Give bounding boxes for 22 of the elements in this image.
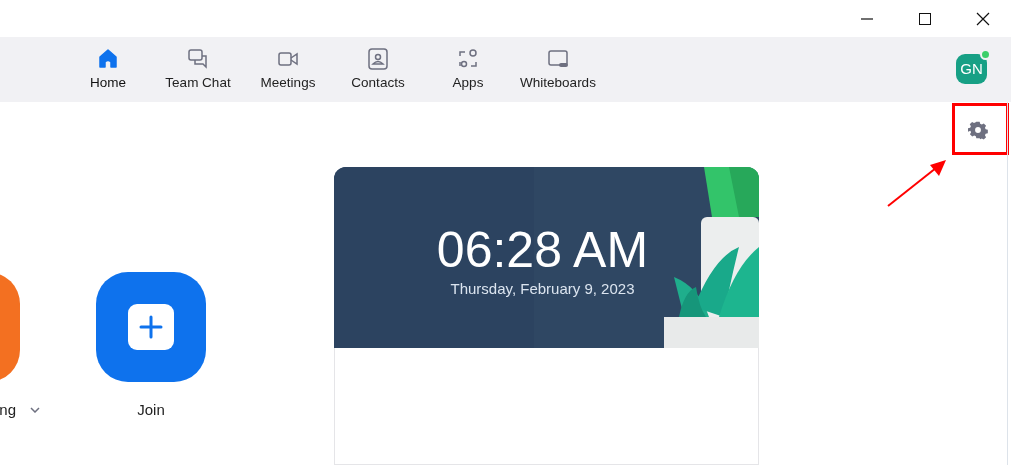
plus-icon xyxy=(128,304,174,350)
action-button[interactable] xyxy=(96,272,206,382)
action-label: Join xyxy=(137,400,165,420)
chat-icon xyxy=(186,47,210,71)
nav-tab[interactable]: Apps xyxy=(423,47,513,92)
highlight-box xyxy=(952,103,1009,155)
settings-icon xyxy=(968,120,988,140)
nav-tab[interactable]: Team Chat xyxy=(153,47,243,92)
home-icon xyxy=(96,47,120,71)
maximize-icon xyxy=(917,11,933,26)
nav-tab[interactable]: Home xyxy=(63,47,153,92)
nav-tab[interactable]: Whiteboards xyxy=(513,47,603,92)
close-icon xyxy=(975,11,991,26)
contact-card-icon xyxy=(366,47,390,71)
nav-tab[interactable]: Meetings xyxy=(243,47,333,92)
arrow xyxy=(886,158,948,208)
action-label: ng xyxy=(0,400,16,420)
clock-date: Thursday, February 9, 2023 xyxy=(450,279,635,299)
minimize-icon xyxy=(861,17,873,20)
clock-time: 06:28 AM xyxy=(436,224,649,276)
caret-icon[interactable] xyxy=(30,407,40,414)
nav-tab[interactable]: Contacts xyxy=(333,47,423,92)
